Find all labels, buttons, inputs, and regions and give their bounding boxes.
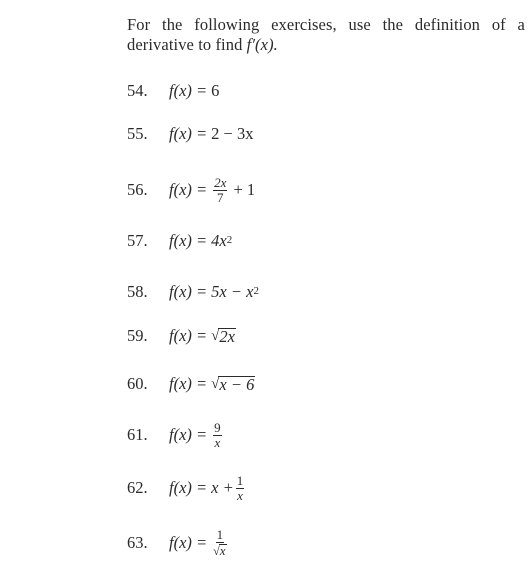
exercise-60: 60. f(x) = √ x − 6: [127, 372, 256, 396]
exercise-58: 58. f(x) = 5x − x2: [127, 282, 259, 301]
instructions-line-1: For the following exercises, use the def…: [127, 15, 525, 34]
exercise-number: 60.: [127, 374, 148, 393]
exercise-number: 58.: [127, 282, 148, 301]
function-lhs: f(x) =: [169, 326, 208, 345]
exercise-57: 57. f(x) = 4x 2: [127, 231, 233, 250]
instructions: For the following exercises, use the def…: [127, 15, 525, 55]
fraction-numerator: 1: [235, 472, 245, 489]
fraction-numerator: 9: [213, 419, 222, 436]
fraction-denominator: x: [237, 487, 243, 503]
exercise-55: 55. f(x) = 2 − 3x: [127, 122, 253, 146]
instructions-line-2: derivative to find f′(x).: [127, 35, 525, 55]
fraction: 1 √ x: [213, 527, 227, 558]
exercise-63: 63. f(x) = 1 √ x: [127, 527, 229, 559]
function-lhs: f(x) =: [169, 231, 208, 250]
instructions-text: derivative to find: [127, 35, 247, 54]
exercise-number: 57.: [127, 231, 148, 250]
radicand: x − 6: [218, 374, 256, 394]
exercise-59: 59. f(x) = √ 2x: [127, 324, 236, 348]
exercise-54: 54. f(x) = 6: [127, 79, 219, 103]
exercise-number: 54.: [127, 81, 148, 100]
function-rhs: 6: [211, 81, 220, 100]
fraction-numerator: 1: [215, 527, 225, 543]
square-root: √ x: [213, 543, 227, 558]
exercise-62: 62. f(x) = x + 1 x: [127, 473, 246, 503]
function-base: 4x: [211, 231, 227, 250]
function-lhs: f(x) =: [169, 180, 208, 199]
fraction-denominator: 7: [217, 189, 224, 205]
exercise-61: 61. f(x) = 9 x: [127, 420, 224, 450]
function-lhs: f(x) =: [169, 282, 208, 301]
function-lhs: f(x) =: [169, 81, 208, 100]
exercise-number: 55.: [127, 124, 148, 143]
radicand: x: [218, 543, 227, 558]
function-lhs: f(x) =: [169, 478, 208, 497]
function-base: 5x − x: [211, 282, 254, 301]
exercise-number: 61.: [127, 425, 148, 444]
fraction-numerator: 2x: [213, 174, 228, 191]
function-rhs: 2 − 3x: [211, 124, 254, 143]
fraction-denominator: x: [214, 434, 221, 450]
fraction: 1 x: [235, 472, 245, 503]
function-lhs: f(x) =: [169, 374, 208, 393]
function-lhs: f(x) =: [169, 425, 208, 444]
square-root: √ 2x: [211, 326, 236, 346]
exercise-number: 63.: [127, 533, 148, 552]
radicand: 2x: [218, 326, 236, 346]
function-lhs: f(x) =: [169, 533, 208, 552]
exercise-number: 59.: [127, 326, 148, 345]
fraction: 9 x: [213, 419, 222, 450]
exercise-56: 56. f(x) = 2x 7 + 1: [127, 175, 255, 205]
fraction-denominator: √ x: [213, 543, 227, 558]
derivative-notation: f′(x).: [246, 35, 278, 54]
square-root: √ x − 6: [211, 374, 256, 394]
function-tail: + 1: [233, 180, 256, 199]
function-lhs: f(x) =: [169, 124, 208, 143]
exercise-number: 62.: [127, 478, 148, 497]
fraction: 2x 7: [213, 174, 228, 205]
exercise-number: 56.: [127, 180, 148, 199]
function-head: x +: [211, 478, 234, 497]
